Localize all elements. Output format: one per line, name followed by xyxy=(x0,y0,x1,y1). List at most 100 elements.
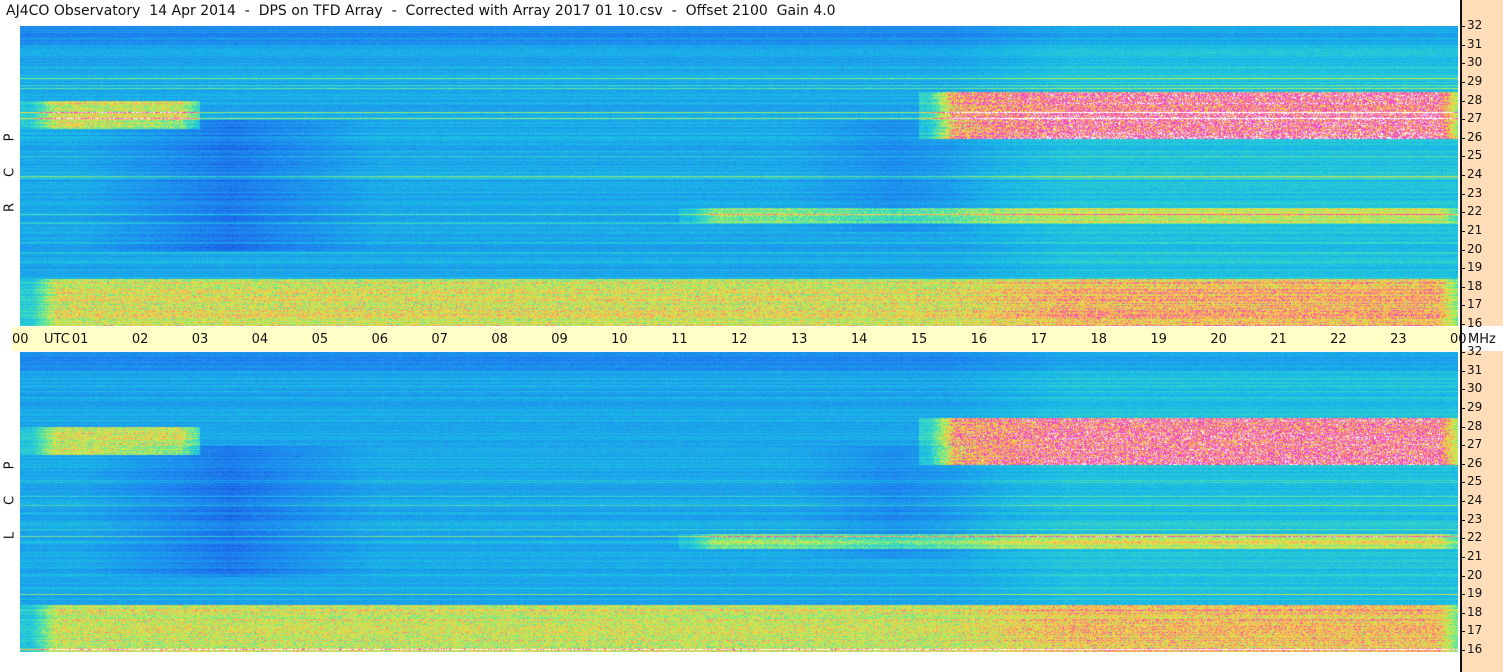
freq-tick xyxy=(1460,100,1465,102)
time-tick-label: 00 xyxy=(12,332,29,347)
freq-tick-label: 19 xyxy=(1467,260,1483,275)
freq-tick xyxy=(1460,463,1465,465)
freq-tick-label: 27 xyxy=(1467,111,1483,126)
freq-tick xyxy=(1460,538,1465,540)
freq-tick xyxy=(1460,612,1465,614)
time-tick-label: 05 xyxy=(311,332,329,347)
freq-tick xyxy=(1460,445,1465,447)
lcp-letter-c: C xyxy=(2,495,18,506)
freq-tick xyxy=(1460,156,1465,158)
rcp-label: P C R xyxy=(2,130,18,215)
time-axis: 00 01 02 03 04 05 06 07 08 09 10 11 12 13 14 15 16 17 18 19… xyxy=(12,327,1496,351)
freq-tick xyxy=(1460,175,1465,176)
time-tick-label: 21 xyxy=(1270,332,1287,347)
lcp-spectrogram xyxy=(20,352,1458,652)
time-tick-label: 15 xyxy=(910,332,928,347)
freq-tick-label: 16 xyxy=(1467,642,1483,656)
freq-tick xyxy=(1460,519,1465,521)
freq-tick xyxy=(1460,137,1465,139)
freq-tick-label: 32 xyxy=(1467,344,1483,358)
freq-tick xyxy=(1460,556,1465,558)
freq-tick-label: 25 xyxy=(1467,148,1483,163)
freq-tick xyxy=(1460,305,1465,307)
freq-tick xyxy=(1460,370,1465,372)
freq-tick xyxy=(1460,575,1465,577)
time-tick-label: 04 xyxy=(251,332,269,347)
lcp-label: P C L xyxy=(2,458,18,543)
freq-tick-label: 18 xyxy=(1467,278,1483,293)
freq-tick-label: 24 xyxy=(1467,493,1483,507)
time-tick-label: 18 xyxy=(1090,332,1108,347)
time-tick-label: 00 xyxy=(1450,332,1467,347)
time-tick-label: 02 xyxy=(131,332,149,347)
freq-tick xyxy=(1460,268,1465,270)
freq-tick xyxy=(1460,389,1465,391)
freq-tick-label: 18 xyxy=(1467,604,1483,619)
freq-tick-label: 30 xyxy=(1467,55,1483,70)
rcp-letter-p: P xyxy=(2,133,18,142)
freq-tick-label: 28 xyxy=(1467,418,1483,433)
time-tick-label: 12 xyxy=(731,332,748,347)
time-tick-label: 07 xyxy=(431,332,448,347)
time-tick-label: 16 xyxy=(970,332,988,347)
freq-tick-label: 20 xyxy=(1467,567,1483,582)
freq-tick xyxy=(1460,119,1465,121)
time-tick-label: 06 xyxy=(371,332,389,347)
freq-tick-label: 21 xyxy=(1467,548,1483,563)
freq-tick xyxy=(1460,63,1465,65)
freq-tick-label: 20 xyxy=(1467,241,1483,256)
time-tick-label: 22 xyxy=(1330,332,1347,347)
freq-tick xyxy=(1460,286,1465,288)
freq-tick-label: 24 xyxy=(1467,167,1483,181)
freq-tick-label: 16 xyxy=(1467,316,1483,330)
freq-tick xyxy=(1460,426,1465,428)
freq-tick xyxy=(1460,212,1465,214)
time-tick-label: 01 xyxy=(71,332,89,347)
freq-tick xyxy=(1460,193,1465,195)
freq-tick xyxy=(1460,352,1465,353)
freq-tick-label: 19 xyxy=(1467,586,1483,601)
time-tick-label: 11 xyxy=(671,332,688,347)
freq-tick-label: 23 xyxy=(1467,185,1483,200)
freq-tick xyxy=(1460,44,1465,46)
freq-tick xyxy=(1460,631,1465,633)
time-tick-label: 23 xyxy=(1390,332,1407,347)
time-tick-label: 14 xyxy=(850,332,868,347)
lcp-letter-p: P xyxy=(2,461,18,470)
time-tick-label: 10 xyxy=(611,332,628,347)
freq-tick-label: 27 xyxy=(1467,437,1483,452)
freq-tick xyxy=(1460,501,1465,502)
freq-tick xyxy=(1460,81,1465,83)
time-tick-label: 13 xyxy=(790,332,808,347)
freq-tick-label: 32 xyxy=(1467,18,1483,32)
utc-label: UTC xyxy=(44,332,70,347)
freq-tick xyxy=(1460,594,1465,596)
rcp-letter-r: R xyxy=(2,202,18,213)
freq-tick-label: 23 xyxy=(1467,511,1483,526)
lcp-letter-l: L xyxy=(2,531,18,540)
freq-tick-label: 21 xyxy=(1467,222,1483,237)
time-tick-label: 08 xyxy=(491,332,508,347)
freq-tick xyxy=(1460,482,1465,484)
freq-tick xyxy=(1460,407,1465,409)
time-tick-label: 03 xyxy=(191,332,209,347)
freq-tick-label: 22 xyxy=(1467,530,1483,545)
time-tick-label: 09 xyxy=(551,332,568,347)
freq-tick-label: 26 xyxy=(1467,129,1483,144)
freq-tick xyxy=(1460,249,1465,251)
freq-tick xyxy=(1460,324,1465,325)
time-tick-label: 20 xyxy=(1210,332,1227,347)
freq-tick-label: 22 xyxy=(1467,204,1483,219)
freq-tick-label: 17 xyxy=(1467,297,1483,312)
freq-tick-label: 25 xyxy=(1467,474,1483,489)
chart-title: AJ4CO Observatory 14 Apr 2014 - DPS on T… xyxy=(6,3,836,19)
rcp-spectrogram xyxy=(20,26,1458,326)
freq-tick-label: 26 xyxy=(1467,455,1483,470)
rcp-letter-c: C xyxy=(2,167,18,178)
time-tick-label: 19 xyxy=(1150,332,1167,347)
freq-tick-label: 29 xyxy=(1467,399,1483,414)
freq-tick-label: 17 xyxy=(1467,623,1483,638)
freq-tick-label: 28 xyxy=(1467,92,1483,107)
freq-tick-label: 31 xyxy=(1467,36,1483,51)
freq-tick xyxy=(1460,650,1465,651)
